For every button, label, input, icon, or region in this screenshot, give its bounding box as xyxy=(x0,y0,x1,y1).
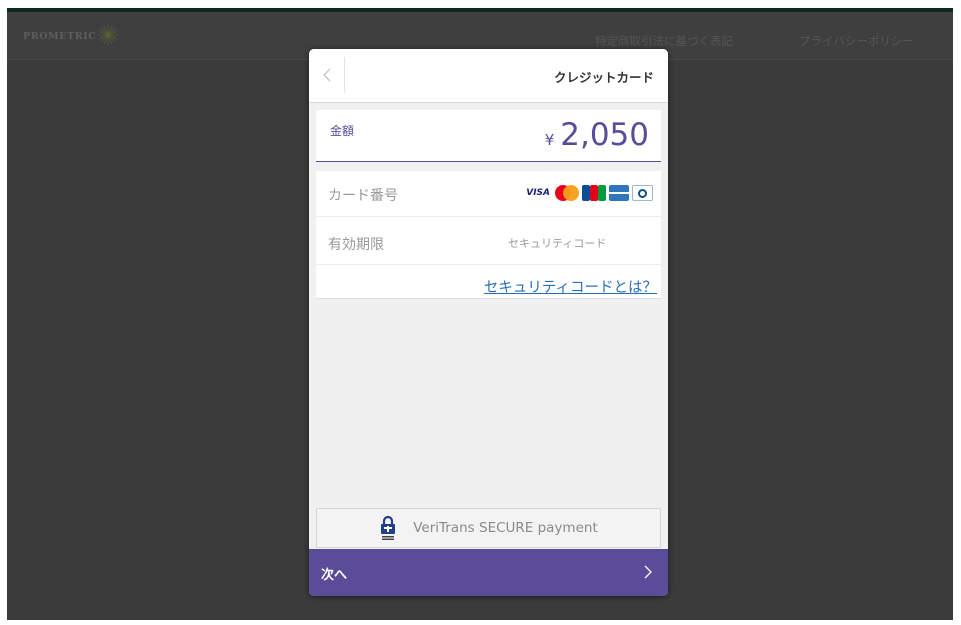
expiry-field[interactable]: 有効期限 xyxy=(328,234,384,254)
amount-value: ¥ 2,050 xyxy=(545,117,649,153)
logo-text: PROMETRIC xyxy=(23,30,97,42)
next-button-label: 次へ xyxy=(321,568,348,583)
chevron-left-icon xyxy=(322,68,330,82)
starburst-logo-icon xyxy=(98,25,119,45)
card-number-field[interactable]: カード番号 VISA xyxy=(316,171,661,217)
mastercard-logo-icon xyxy=(555,185,579,201)
security-code-field[interactable]: セキュリティコード xyxy=(508,235,606,251)
chevron-right-icon xyxy=(644,565,652,579)
credit-card-modal: クレジットカード 金額 ¥ 2,050 カード番号 VISA 有効期限 セキュリ… xyxy=(309,49,668,596)
privacy-policy-link[interactable]: プライバシーポリシー xyxy=(799,33,914,49)
browser-viewport: PROMETRIC 特定商取引法に基づく表記 プライバシーポリシー クレジットカ… xyxy=(7,8,953,620)
visa-logo-icon: VISA xyxy=(526,188,550,198)
secure-lock-icon xyxy=(381,515,396,540)
card-brand-logos: VISA xyxy=(526,185,653,201)
prometric-logo[interactable]: PROMETRIC xyxy=(23,25,119,45)
next-button[interactable]: 次へ xyxy=(309,549,668,596)
jcb-logo-icon xyxy=(582,185,606,201)
currency-symbol: ¥ xyxy=(544,131,555,149)
modal-header: クレジットカード xyxy=(309,49,668,103)
diners-club-logo-icon xyxy=(632,185,653,201)
security-code-help-link[interactable]: セキュリティコードとは？ xyxy=(484,276,657,297)
amount-label: 金額 xyxy=(330,124,355,138)
card-number-label: カード番号 xyxy=(328,188,398,204)
legal-notice-link[interactable]: 特定商取引法に基づく表記 xyxy=(595,33,733,49)
card-form: カード番号 VISA 有効期限 セキュリティコード セキュリティコードとは？ xyxy=(316,171,661,299)
back-button[interactable] xyxy=(309,57,345,93)
modal-title: クレジットカード xyxy=(553,70,654,85)
amex-logo-icon xyxy=(609,185,629,201)
amount-box: 金額 ¥ 2,050 xyxy=(316,110,661,162)
secure-payment-text: VeriTrans SECURE payment xyxy=(413,520,598,536)
secure-payment-badge: VeriTrans SECURE payment xyxy=(316,508,661,548)
expiry-row: 有効期限 セキュリティコード xyxy=(316,217,661,265)
amount-number: 2,050 xyxy=(560,117,649,153)
